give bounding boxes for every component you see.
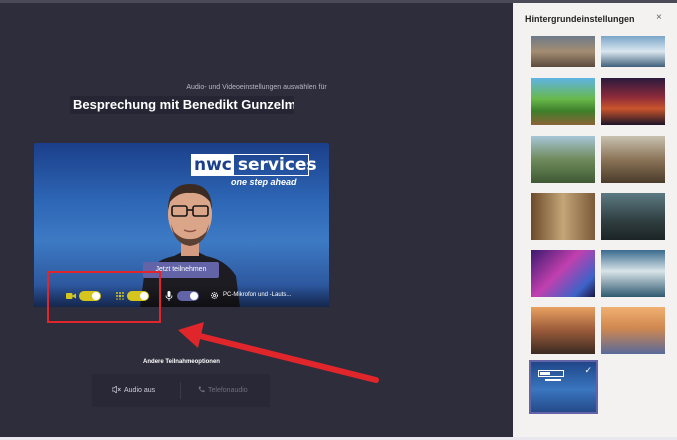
prejoin-subtitle: Audio- und Videoeinstellungen auswählen … xyxy=(186,84,327,91)
logo-nwc-text: nwc xyxy=(192,155,234,175)
close-icon[interactable]: × xyxy=(656,12,662,23)
checkmark-icon: ✓ xyxy=(584,365,592,375)
speaker-off-icon xyxy=(112,386,121,393)
annotation-highlight-box xyxy=(47,271,161,323)
phone-audio-option[interactable]: Telefonaudio xyxy=(198,386,248,394)
phone-icon xyxy=(198,386,205,393)
meeting-title: Besprechung mit Benedikt Gunzelmai xyxy=(70,96,294,114)
background-thumbnail[interactable] xyxy=(531,78,595,125)
background-thumbnail[interactable] xyxy=(601,136,665,183)
audio-device-label[interactable]: PC-Mikrofon und -Lauts... xyxy=(223,292,291,298)
background-thumbnail[interactable] xyxy=(531,193,595,240)
background-thumbnail[interactable] xyxy=(531,136,595,183)
microphone-icon xyxy=(165,291,173,301)
background-thumbnail[interactable] xyxy=(601,307,665,354)
background-thumbnail[interactable] xyxy=(601,193,665,240)
microphone-toggle[interactable] xyxy=(177,291,199,301)
background-thumbnail[interactable] xyxy=(601,250,665,297)
background-thumbnail[interactable] xyxy=(531,36,595,67)
logo-services-text: services xyxy=(237,155,317,175)
other-join-options-label: Andere Teilnahmeoptionen xyxy=(143,359,220,365)
background-settings-title: Hintergrundeinstellungen xyxy=(525,14,635,24)
phone-audio-label: Telefonaudio xyxy=(208,387,248,394)
logo-tagline: one step ahead xyxy=(231,177,297,187)
background-thumbnail[interactable] xyxy=(601,36,665,67)
background-thumbnail[interactable] xyxy=(531,250,595,297)
background-thumbnail[interactable] xyxy=(531,307,595,354)
audio-off-label: Audio aus xyxy=(124,387,156,394)
background-thumbnail[interactable] xyxy=(601,78,665,125)
audio-off-option[interactable]: Audio aus xyxy=(112,386,155,394)
options-divider xyxy=(180,382,181,399)
background-thumbnail-selected[interactable]: ✓ xyxy=(529,360,598,414)
mini-logo-icon xyxy=(538,370,564,377)
gear-icon[interactable] xyxy=(210,291,219,300)
